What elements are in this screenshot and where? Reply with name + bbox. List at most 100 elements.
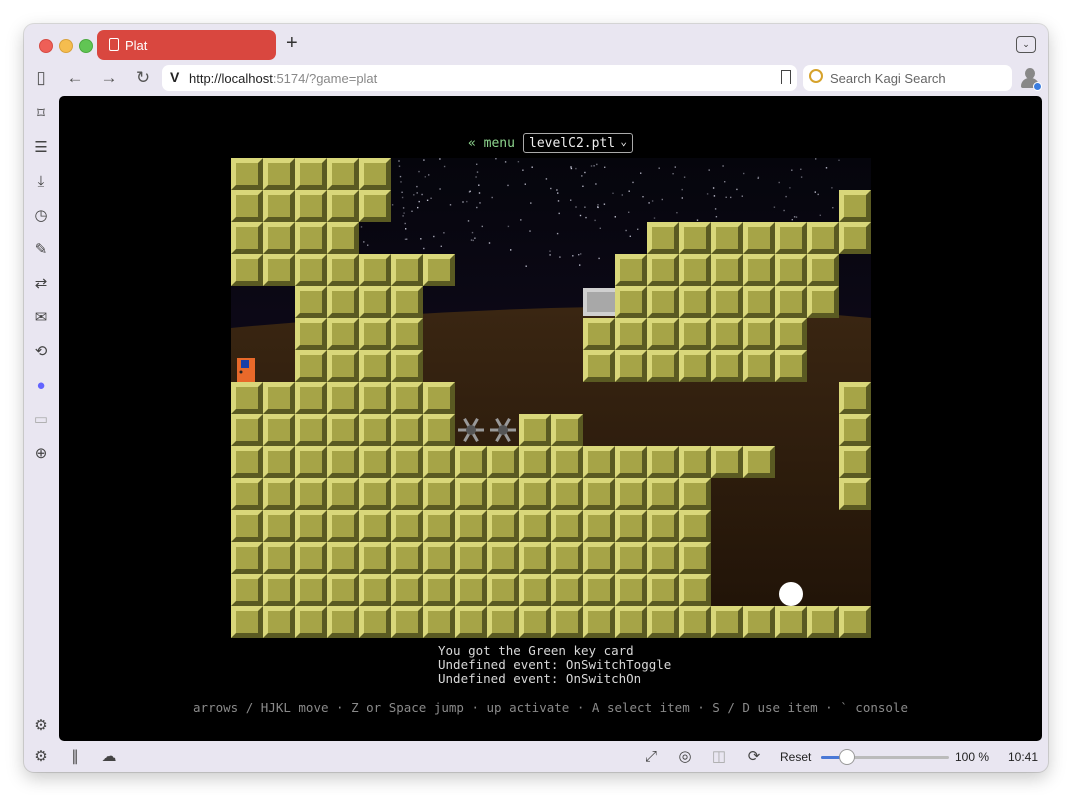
brick-tile: [423, 254, 455, 286]
translate-icon[interactable]: ⇄: [31, 274, 51, 294]
star: [488, 242, 491, 244]
address-bar[interactable]: V http://localhost:5174/?game=plat: [162, 65, 797, 91]
profile-icon[interactable]: [1020, 67, 1042, 91]
reload-icon[interactable]: ↻: [132, 68, 154, 88]
star: [570, 167, 573, 170]
brick-tile: [839, 382, 871, 414]
zoom-slider-knob[interactable]: [838, 749, 855, 765]
zoom-window-button[interactable]: [79, 39, 93, 53]
reading-list-icon[interactable]: ☰: [31, 138, 51, 158]
brick-face: [652, 611, 674, 633]
star: [736, 188, 738, 191]
tab-list-button[interactable]: ⌄: [1016, 36, 1036, 53]
side-panel: ⌑ ☰ ⤓ ◷ ✎ ⇄ ✉ ⟲ ● ▭ ⊕ ⚙: [24, 96, 59, 736]
star: [424, 176, 426, 178]
game-canvas[interactable]: [231, 158, 871, 638]
image-toggle-icon[interactable]: ⤢: [641, 748, 661, 766]
brick-face: [300, 419, 322, 441]
new-tab-button[interactable]: +: [286, 33, 298, 53]
brick-tile: [551, 478, 583, 510]
star: [603, 203, 606, 205]
bookmark-icon[interactable]: [781, 70, 791, 84]
brick-tile: [359, 286, 391, 318]
brick-face: [364, 483, 386, 505]
brick-face: [364, 451, 386, 473]
star: [443, 165, 446, 168]
search-field[interactable]: Search Kagi Search: [803, 65, 1012, 91]
brick-tile: [711, 254, 743, 286]
star: [545, 178, 548, 180]
star: [531, 166, 533, 168]
cloud-sync-icon[interactable]: ☁: [99, 748, 119, 766]
zoom-slider[interactable]: [821, 749, 949, 765]
settings-icon[interactable]: ⚙: [31, 748, 51, 766]
menu-link[interactable]: « menu: [468, 136, 515, 151]
brick-tile: [519, 510, 551, 542]
star: [648, 202, 650, 204]
downloads-icon[interactable]: ⤓: [31, 172, 51, 192]
brick-face: [588, 483, 610, 505]
brick-tile: [359, 190, 391, 222]
brick-face: [236, 483, 258, 505]
brick-tile: [423, 414, 455, 446]
tiling-icon[interactable]: ◫: [709, 748, 729, 766]
minimize-window-button[interactable]: [59, 39, 73, 53]
brick-face: [748, 227, 770, 249]
sync-icon[interactable]: ⟲: [31, 342, 51, 362]
event-log: You got the Green key card Undefined eve…: [438, 644, 671, 686]
mail-icon[interactable]: ✉: [31, 308, 51, 328]
brick-face: [460, 547, 482, 569]
document-icon[interactable]: ▭: [31, 410, 51, 430]
page-actions-icon[interactable]: ⟳: [744, 748, 764, 766]
back-icon[interactable]: ←: [64, 68, 86, 88]
brick-tile: [423, 606, 455, 638]
add-panel-icon[interactable]: ⊕: [31, 444, 51, 464]
brick-face: [684, 483, 706, 505]
star: [529, 230, 531, 232]
star: [421, 193, 423, 196]
star: [557, 192, 559, 194]
star: [504, 161, 507, 163]
star: [696, 219, 699, 221]
brick-face: [716, 323, 738, 345]
brick-tile: [423, 510, 455, 542]
star: [418, 200, 420, 203]
forward-icon[interactable]: →: [98, 68, 120, 88]
star: [757, 177, 759, 179]
brick-face: [716, 291, 738, 313]
bookmarks-icon[interactable]: ⌑: [31, 104, 51, 124]
close-window-button[interactable]: [39, 39, 53, 53]
brick-face: [748, 291, 770, 313]
level-select[interactable]: levelC2.ptl ⌄: [523, 133, 633, 153]
brick-face: [332, 547, 354, 569]
mastodon-icon[interactable]: ●: [31, 376, 51, 396]
star: [430, 197, 432, 199]
brick-face: [268, 259, 290, 281]
sidebar-toggle-icon[interactable]: ▯: [30, 68, 52, 88]
brick-tile: [231, 478, 263, 510]
brick-face: [684, 515, 706, 537]
star: [637, 228, 639, 230]
capture-icon[interactable]: ◎: [675, 748, 695, 766]
history-icon[interactable]: ◷: [31, 206, 51, 226]
brick-face: [684, 547, 706, 569]
settings-icon[interactable]: ⚙: [31, 716, 51, 736]
brick-face: [396, 483, 418, 505]
search-engine-icon: [809, 69, 823, 83]
star: [838, 159, 840, 161]
star: [741, 195, 743, 197]
brick-tile: [359, 446, 391, 478]
brick-tile: [327, 478, 359, 510]
pause-icon[interactable]: ∥: [65, 748, 85, 766]
star: [402, 215, 404, 217]
brick-face: [588, 451, 610, 473]
brick-tile: [455, 446, 487, 478]
zoom-reset-button[interactable]: Reset: [780, 750, 811, 764]
star: [449, 204, 452, 206]
notes-icon[interactable]: ✎: [31, 240, 51, 260]
brick-face: [684, 451, 706, 473]
brick-face: [812, 227, 834, 249]
brick-tile: [263, 542, 295, 574]
star: [462, 201, 464, 203]
tab-plat[interactable]: Plat: [97, 30, 276, 60]
